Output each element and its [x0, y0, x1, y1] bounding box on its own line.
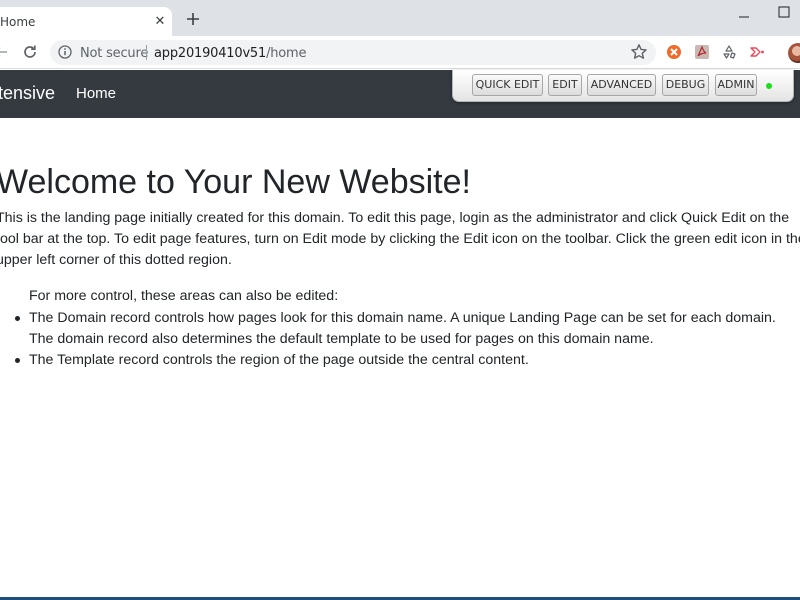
advanced-button[interactable]: ADVANCED [587, 74, 656, 96]
main-content: Welcome to Your New Website! This is the… [0, 160, 800, 271]
maximize-icon[interactable] [778, 6, 790, 18]
admin-toolbar: QUICK EDIT EDIT ADVANCED DEBUG ADMIN [452, 70, 794, 102]
page-title: Welcome to Your New Website! [0, 163, 471, 201]
url-text[interactable]: app20190410v51/home [154, 46, 307, 61]
edit-button[interactable]: EDIT [548, 74, 582, 96]
browser-toolbar: Not secure app20190410v51/home [0, 36, 800, 69]
list-item-domain-record: The Domain record controls how pages loo… [15, 308, 799, 350]
url-divider [146, 45, 147, 60]
avatar[interactable] [788, 43, 800, 63]
plus-icon[interactable] [184, 10, 202, 28]
minimize-icon[interactable] [738, 11, 750, 23]
tab-close-icon[interactable]: ✕ [152, 12, 168, 30]
debug-button[interactable]: DEBUG [662, 74, 709, 96]
nav-link-home[interactable]: Home [76, 85, 116, 102]
pdf-extension-icon[interactable] [694, 44, 710, 60]
list-item-template-record: The Template record controls the region … [15, 350, 799, 371]
status-indicator [766, 83, 772, 89]
site-brand[interactable]: tensive [0, 83, 55, 104]
intro-paragraph: This is the landing page initially creat… [0, 210, 800, 268]
back-arrow-icon[interactable] [0, 45, 8, 59]
tab-title: Home [0, 15, 36, 29]
browser-tab-strip: Home ✕ [0, 0, 800, 36]
bookmark-star-icon[interactable] [630, 43, 648, 61]
more-control-text: For more control, these areas can also b… [29, 288, 339, 304]
address-bar[interactable]: Not secure app20190410v51/home [50, 40, 656, 65]
url-path: /home [266, 46, 307, 61]
edit-areas-list: The Domain record controls how pages loo… [15, 308, 799, 371]
admin-button[interactable]: ADMIN [715, 74, 757, 96]
share-arrow-extension-icon[interactable] [749, 44, 765, 60]
quick-edit-button[interactable]: QUICK EDIT [472, 74, 543, 96]
url-host: app20190410v51 [154, 46, 267, 61]
security-status: Not secure [80, 46, 149, 61]
browser-tab[interactable]: Home ✕ [0, 7, 172, 36]
recycle-extension-icon[interactable] [721, 44, 737, 60]
orange-circle-extension-icon[interactable] [666, 44, 682, 60]
reload-icon[interactable] [22, 44, 38, 60]
info-icon[interactable] [58, 45, 72, 59]
